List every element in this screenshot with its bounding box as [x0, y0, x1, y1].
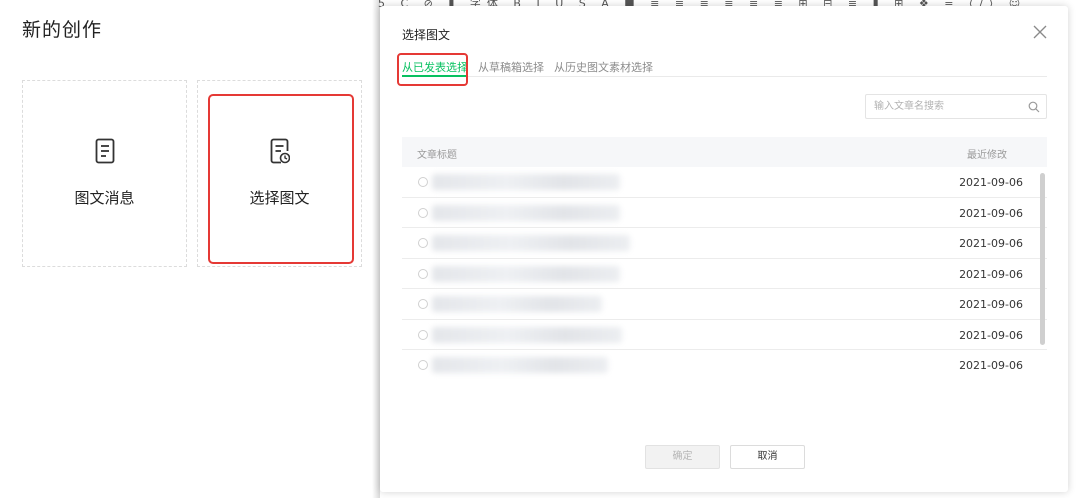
blurred-article-title [432, 357, 608, 373]
row-date: 2021-09-06 [959, 328, 1023, 342]
table-row[interactable]: 2021-09-06 [402, 259, 1047, 289]
row-date: 2021-09-06 [959, 206, 1023, 220]
table-row[interactable]: 2021-09-06 [402, 289, 1047, 320]
dialog-title: 选择图文 [402, 28, 451, 42]
row-date: 2021-09-06 [959, 267, 1023, 281]
blurred-article-title [432, 235, 630, 251]
document-clock-icon [270, 138, 290, 164]
blurred-article-title [432, 326, 622, 343]
tab-history-materials[interactable]: 从历史图文素材选择 [554, 59, 653, 77]
card-image-text-message[interactable]: 图文消息 [22, 80, 187, 267]
document-icon [95, 138, 114, 164]
search-input[interactable] [866, 95, 1021, 118]
column-header-date: 最近修改 [967, 150, 1007, 161]
radio-button[interactable] [418, 207, 428, 218]
row-date: 2021-09-06 [959, 298, 1023, 311]
table-header: 文章标题 最近修改 [402, 137, 1047, 167]
table-row[interactable]: 2021-09-06 [402, 167, 1047, 198]
cancel-button[interactable]: 取消 [730, 445, 805, 469]
table-body: 2021-09-06 2021-09-06 2021-09-06 2021-09… [402, 167, 1047, 380]
blurred-article-title [432, 296, 602, 312]
radio-button[interactable] [418, 268, 428, 279]
radio-button[interactable] [418, 299, 428, 309]
confirm-button[interactable]: 确定 [645, 445, 720, 469]
article-table: 文章标题 最近修改 2021-09-06 2021-09-06 2021-09-… [402, 137, 1047, 380]
source-tabs: 从已发表选择 从草稿箱选择 从历史图文素材选择 [402, 59, 1047, 77]
table-row[interactable]: 2021-09-06 [402, 320, 1047, 350]
row-date: 2021-09-06 [959, 176, 1023, 189]
overlay-shadow [372, 0, 380, 498]
card-label: 图文消息 [74, 189, 135, 207]
card-label: 选择图文 [249, 189, 310, 207]
close-icon[interactable] [1032, 24, 1048, 40]
tab-published[interactable]: 从已发表选择 [402, 59, 468, 77]
blurred-article-title [432, 174, 620, 190]
column-header-title: 文章标题 [417, 150, 457, 161]
radio-button[interactable] [418, 177, 428, 187]
select-article-dialog: 选择图文 从已发表选择 从草稿箱选择 从历史图文素材选择 文章标题 最近修改 2… [380, 6, 1068, 492]
row-date: 2021-09-06 [959, 237, 1023, 250]
row-date: 2021-09-06 [959, 359, 1023, 372]
table-row[interactable]: 2021-09-06 [402, 228, 1047, 259]
table-row[interactable]: 2021-09-06 [402, 198, 1047, 228]
radio-button[interactable] [418, 360, 428, 370]
card-select-image-text[interactable]: 选择图文 [197, 80, 362, 267]
radio-button[interactable] [418, 238, 428, 248]
blurred-article-title [432, 265, 620, 282]
table-scrollbar[interactable] [1040, 173, 1045, 345]
table-row[interactable]: 2021-09-06 [402, 350, 1047, 380]
search-icon[interactable] [1028, 101, 1040, 113]
tab-drafts[interactable]: 从草稿箱选择 [478, 59, 544, 77]
search-box [865, 94, 1047, 119]
page-title: 新的创作 [22, 19, 103, 41]
radio-button[interactable] [418, 329, 428, 340]
blurred-article-title [432, 204, 620, 221]
